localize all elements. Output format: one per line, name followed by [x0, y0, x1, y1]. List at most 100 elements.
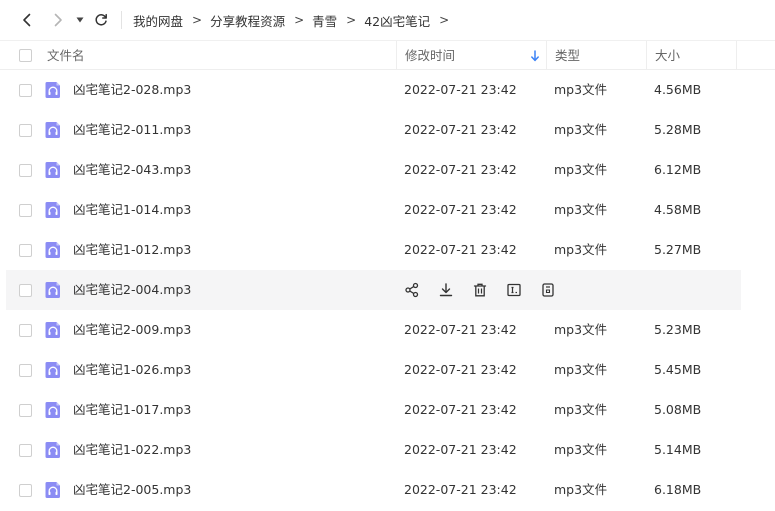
select-all-checkbox[interactable]: [19, 49, 32, 62]
file-name[interactable]: 凶宅笔记1-026.mp3: [73, 350, 191, 390]
audio-file-icon: [45, 482, 60, 498]
table-row[interactable]: 凶宅笔记2-004.mp3: [6, 270, 741, 310]
row-checkbox[interactable]: [19, 164, 32, 177]
file-name[interactable]: 凶宅笔记1-022.mp3: [73, 430, 191, 470]
table-row[interactable]: 凶宅笔记1-014.mp3 2022-07-21 23:42 mp3文件 4.5…: [0, 190, 775, 230]
file-name[interactable]: 凶宅笔记2-043.mp3: [73, 150, 191, 190]
breadcrumb-item-root[interactable]: 我的网盘: [133, 11, 183, 30]
file-modified: 2022-07-21 23:42: [404, 162, 517, 177]
table-row[interactable]: 凶宅笔记1-012.mp3 2022-07-21 23:42 mp3文件 5.2…: [0, 230, 775, 270]
rename-button[interactable]: [505, 281, 523, 299]
table-row[interactable]: 凶宅笔记2-043.mp3 2022-07-21 23:42 mp3文件 6.1…: [0, 150, 775, 190]
file-modified: 2022-07-21 23:42: [404, 242, 517, 257]
breadcrumb-separator-icon: >: [346, 13, 357, 27]
file-name[interactable]: 凶宅笔记2-004.mp3: [73, 270, 191, 310]
file-size: 5.14MB: [654, 442, 702, 457]
audio-file-icon: [45, 162, 60, 178]
file-modified: 2022-07-21 23:42: [404, 322, 517, 337]
audio-file-icon: [45, 402, 60, 418]
file-size: 4.58MB: [654, 202, 702, 217]
audio-file-icon: [45, 322, 60, 338]
table-header: 文件名 修改时间 类型 大小: [0, 40, 775, 70]
file-type: mp3文件: [554, 82, 608, 97]
audio-file-icon: [45, 442, 60, 458]
row-actions: [403, 270, 573, 310]
file-modified: 2022-07-21 23:42: [404, 202, 517, 217]
history-dropdown-button[interactable]: [70, 9, 90, 31]
file-type: mp3文件: [554, 202, 608, 217]
audio-file-icon: [45, 282, 60, 298]
file-name[interactable]: 凶宅笔记2-011.mp3: [73, 110, 191, 150]
audio-file-icon: [45, 122, 60, 138]
file-name[interactable]: 凶宅笔记2-005.mp3: [73, 470, 191, 510]
table-row[interactable]: 凶宅笔记2-011.mp3 2022-07-21 23:42 mp3文件 5.2…: [0, 110, 775, 150]
file-modified: 2022-07-21 23:42: [404, 82, 517, 97]
file-name[interactable]: 凶宅笔记1-014.mp3: [73, 190, 191, 230]
file-modified: 2022-07-21 23:42: [404, 402, 517, 417]
table-row[interactable]: 凶宅笔记2-009.mp3 2022-07-21 23:42 mp3文件 5.2…: [0, 310, 775, 350]
row-checkbox[interactable]: [19, 484, 32, 497]
file-size: 5.45MB: [654, 362, 702, 377]
row-checkbox[interactable]: [19, 404, 32, 417]
share-button[interactable]: [403, 281, 421, 299]
file-name[interactable]: 凶宅笔记2-009.mp3: [73, 310, 191, 350]
file-size: 6.12MB: [654, 162, 702, 177]
file-name[interactable]: 凶宅笔记2-028.mp3: [73, 70, 191, 110]
file-type: mp3文件: [554, 362, 608, 377]
download-button[interactable]: [437, 281, 455, 299]
file-size: 6.18MB: [654, 482, 702, 497]
row-checkbox[interactable]: [19, 284, 32, 297]
file-size: 5.28MB: [654, 122, 702, 137]
table-row[interactable]: 凶宅笔记1-022.mp3 2022-07-21 23:42 mp3文件 5.1…: [0, 430, 775, 470]
audio-file-icon: [45, 202, 60, 218]
file-size: 5.08MB: [654, 402, 702, 417]
breadcrumb-item-share[interactable]: 分享教程资源: [210, 11, 285, 30]
table-row[interactable]: 凶宅笔记1-017.mp3 2022-07-21 23:42 mp3文件 5.0…: [0, 390, 775, 430]
column-header-name[interactable]: 文件名: [47, 41, 396, 70]
breadcrumb-separator-icon: >: [439, 13, 450, 27]
file-manager: 我的网盘 > 分享教程资源 > 青雪 > 42凶宅笔记 > 文件名 修改时间 类…: [0, 0, 775, 511]
file-modified: 2022-07-21 23:42: [404, 482, 517, 497]
sort-descending-icon[interactable]: [530, 50, 540, 62]
table-row[interactable]: 凶宅笔记2-028.mp3 2022-07-21 23:42 mp3文件 4.5…: [0, 70, 775, 110]
row-checkbox[interactable]: [19, 324, 32, 337]
file-name[interactable]: 凶宅笔记1-017.mp3: [73, 390, 191, 430]
file-size: 5.27MB: [654, 242, 702, 257]
column-header-spacer: [736, 41, 775, 70]
breadcrumb-separator-icon: >: [294, 13, 305, 27]
column-header-modified[interactable]: 修改时间: [396, 41, 546, 70]
table-row[interactable]: 凶宅笔记1-026.mp3 2022-07-21 23:42 mp3文件 5.4…: [0, 350, 775, 390]
back-button[interactable]: [16, 9, 38, 31]
refresh-button[interactable]: [90, 9, 112, 31]
file-modified: 2022-07-21 23:42: [404, 122, 517, 137]
more-icon: [542, 283, 554, 297]
row-checkbox[interactable]: [19, 244, 32, 257]
chevron-right-icon: [54, 13, 62, 27]
breadcrumb-item-qingxue[interactable]: 青雪: [312, 11, 337, 30]
file-size: 4.56MB: [654, 82, 702, 97]
more-button[interactable]: [539, 281, 557, 299]
row-checkbox[interactable]: [19, 204, 32, 217]
breadcrumb: 我的网盘 > 分享教程资源 > 青雪 > 42凶宅笔记 >: [133, 0, 457, 40]
file-size: 5.23MB: [654, 322, 702, 337]
column-header-size[interactable]: 大小: [646, 41, 736, 70]
download-icon: [439, 283, 453, 297]
row-checkbox[interactable]: [19, 84, 32, 97]
file-type: mp3文件: [554, 402, 608, 417]
file-type: mp3文件: [554, 122, 608, 137]
breadcrumb-item-current[interactable]: 42凶宅笔记: [364, 11, 430, 30]
file-name[interactable]: 凶宅笔记1-012.mp3: [73, 230, 191, 270]
chevron-left-icon: [23, 13, 31, 27]
audio-file-icon: [45, 362, 60, 378]
audio-file-icon: [45, 242, 60, 258]
forward-button[interactable]: [47, 9, 69, 31]
column-header-type[interactable]: 类型: [546, 41, 646, 70]
file-type: mp3文件: [554, 322, 608, 337]
table-row[interactable]: 凶宅笔记2-005.mp3 2022-07-21 23:42 mp3文件 6.1…: [0, 470, 775, 510]
delete-button[interactable]: [471, 281, 489, 299]
row-checkbox[interactable]: [19, 364, 32, 377]
file-type: mp3文件: [554, 242, 608, 257]
row-checkbox[interactable]: [19, 124, 32, 137]
file-modified: 2022-07-21 23:42: [404, 442, 517, 457]
row-checkbox[interactable]: [19, 444, 32, 457]
